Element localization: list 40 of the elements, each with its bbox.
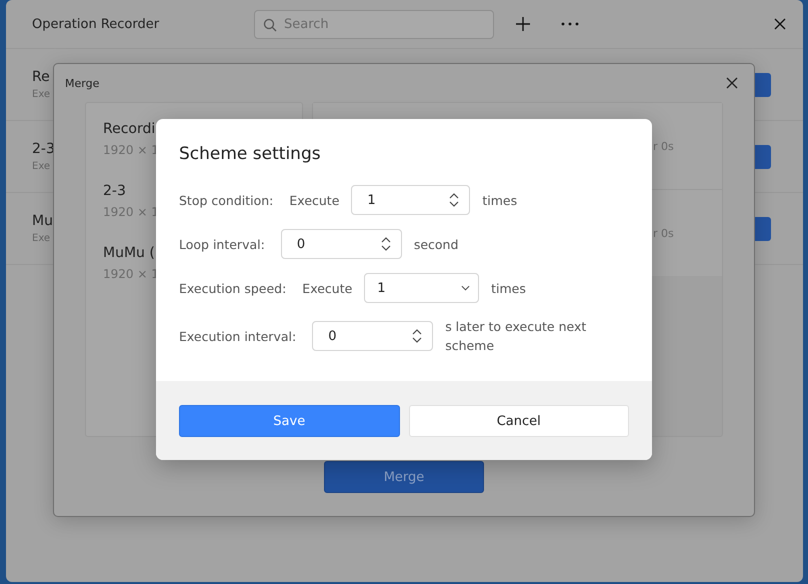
recording-name: Re bbox=[32, 69, 50, 85]
field-suffix: times bbox=[482, 192, 518, 210]
dropdown[interactable]: 1 bbox=[364, 273, 480, 303]
close-icon[interactable] bbox=[774, 18, 786, 30]
action-button[interactable] bbox=[755, 144, 771, 168]
save-button[interactable]: Save bbox=[179, 405, 400, 437]
recording-name[interactable]: 2-3 bbox=[103, 183, 126, 199]
field-label: Stop condition: bbox=[179, 192, 274, 208]
action-button[interactable] bbox=[755, 216, 771, 240]
field-suffix: times bbox=[491, 280, 527, 298]
field-suffix: second bbox=[414, 236, 460, 254]
recording-name[interactable]: MuMu ( bbox=[103, 245, 155, 261]
field-label: Execution interval: bbox=[179, 328, 296, 344]
dialog-title: Scheme settings bbox=[179, 144, 322, 164]
search-field[interactable]: Search bbox=[254, 10, 494, 38]
more-icon[interactable] bbox=[561, 22, 579, 26]
number-field[interactable]: 1 bbox=[351, 185, 470, 215]
action-button[interactable] bbox=[755, 72, 771, 96]
dialog-title: Merge bbox=[65, 76, 100, 90]
close-icon[interactable] bbox=[726, 77, 738, 89]
recording-name[interactable]: Recordi bbox=[103, 121, 156, 137]
field-prefix: Execute bbox=[302, 280, 352, 296]
chevron-down-icon bbox=[461, 285, 470, 291]
window-title: Operation Recorder bbox=[32, 16, 160, 32]
number-field[interactable]: 0 bbox=[280, 229, 402, 259]
field-prefix: Execute bbox=[289, 192, 340, 208]
recording-detail: Exe bbox=[32, 89, 50, 100]
field-label: Execution speed: bbox=[179, 280, 286, 296]
spinner-arrows-icon[interactable] bbox=[380, 236, 391, 252]
spinner-arrows-icon[interactable] bbox=[412, 328, 422, 344]
cancel-button[interactable]: Cancel bbox=[408, 405, 629, 437]
recording-name: Mu bbox=[32, 213, 53, 229]
add-icon[interactable] bbox=[515, 16, 531, 32]
recording-detail: Exe bbox=[32, 233, 52, 244]
number-field[interactable]: 0 bbox=[312, 321, 434, 351]
field-label: Loop interval: bbox=[179, 236, 265, 252]
field-suffix: s later to execute next scheme bbox=[445, 318, 588, 355]
search-icon bbox=[263, 18, 277, 32]
spinner-arrows-icon[interactable] bbox=[449, 192, 460, 208]
recording-detail: Exe bbox=[32, 161, 52, 172]
